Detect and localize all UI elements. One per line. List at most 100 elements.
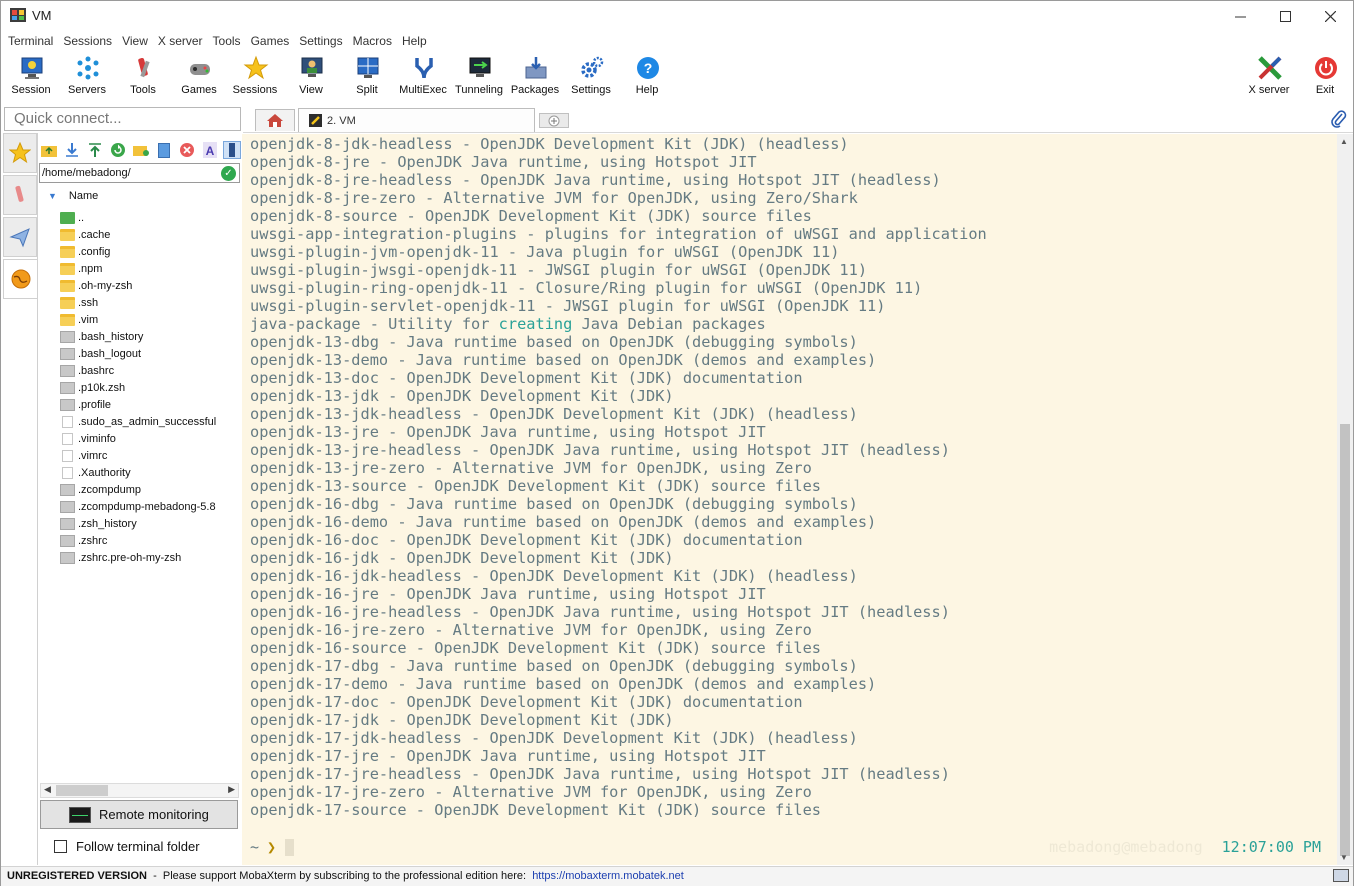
menu-tools[interactable]: Tools xyxy=(212,32,246,52)
file-row[interactable]: .viminfo xyxy=(60,430,240,447)
file-name: .zcompdump-mebadong-5.8 xyxy=(78,500,216,513)
refresh-icon[interactable] xyxy=(109,141,127,159)
file-row[interactable]: .zcompdump xyxy=(60,481,240,498)
remote-monitoring-button[interactable]: Remote monitoring xyxy=(40,800,238,829)
quick-connect-input[interactable]: Quick connect... xyxy=(4,107,241,131)
file-icon xyxy=(60,381,75,394)
menu-help[interactable]: Help xyxy=(401,32,432,52)
file-row[interactable]: .cache xyxy=(60,226,240,243)
terminal-line: uwsgi-plugin-jwsgi-openjdk-11 - JWSGI pl… xyxy=(250,261,868,279)
file-row[interactable]: .bash_history xyxy=(60,328,240,345)
file-row[interactable]: .. xyxy=(60,209,240,226)
terminal-line: openjdk-13-jre-zero - Alternative JVM fo… xyxy=(250,459,812,477)
minimize-button[interactable] xyxy=(1217,1,1263,31)
terminal-line: openjdk-13-jre - OpenJDK Java runtime, u… xyxy=(250,423,766,441)
file-row[interactable]: .sudo_as_admin_successful xyxy=(60,413,240,430)
menu-terminal[interactable]: Terminal xyxy=(7,32,58,52)
maximize-button[interactable] xyxy=(1262,1,1308,31)
file-row[interactable]: .ssh xyxy=(60,294,240,311)
menu-sessions[interactable]: Sessions xyxy=(62,32,117,52)
menu-view[interactable]: View xyxy=(121,32,153,52)
scroll-right-icon[interactable]: ▶ xyxy=(228,784,235,795)
terminal-scroll-thumb[interactable] xyxy=(1340,424,1350,856)
power-icon xyxy=(1315,57,1337,79)
file-row[interactable]: .p10k.zsh xyxy=(60,379,240,396)
new-folder-icon[interactable] xyxy=(132,141,150,159)
menu-games[interactable]: Games xyxy=(250,32,295,52)
file-row[interactable]: .npm xyxy=(60,260,240,277)
session-button[interactable]: Session xyxy=(3,53,59,101)
sftp-horizontal-scrollbar[interactable]: ◀ ▶ xyxy=(40,783,239,798)
view-button[interactable]: View xyxy=(283,53,339,101)
file-row[interactable]: .zsh_history xyxy=(60,515,240,532)
file-icon xyxy=(60,534,75,547)
multiexec-button[interactable]: MultiExec xyxy=(395,53,451,101)
scroll-left-icon[interactable]: ◀ xyxy=(44,784,51,795)
sidetab-macros[interactable] xyxy=(3,217,37,257)
terminal-line: openjdk-13-source - OpenJDK Development … xyxy=(250,477,821,495)
file-row[interactable]: .vimrc xyxy=(60,447,240,464)
file-row[interactable]: .Xauthority xyxy=(60,464,240,481)
sidetab-sessions[interactable] xyxy=(3,133,37,173)
packages-button[interactable]: Packages xyxy=(507,53,563,101)
servers-button[interactable]: Servers xyxy=(59,53,115,101)
parent-folder-icon[interactable] xyxy=(40,141,58,159)
check-icon[interactable]: ✓ xyxy=(221,166,236,181)
close-button[interactable] xyxy=(1307,1,1353,31)
attachment-icon[interactable] xyxy=(1331,110,1347,133)
upload-icon[interactable] xyxy=(86,141,104,159)
file-row[interactable]: .zshrc.pre-oh-my-zsh xyxy=(60,549,240,566)
sidetab-tools[interactable] xyxy=(3,175,37,215)
rename-icon[interactable]: A xyxy=(201,141,219,159)
tab-vm[interactable]: 2. VM xyxy=(298,108,535,132)
terminal-line: openjdk-16-doc - OpenJDK Development Kit… xyxy=(250,531,803,549)
settings-button[interactable]: Settings xyxy=(563,53,619,101)
delete-icon[interactable] xyxy=(178,141,196,159)
main-toolbar: Session Servers Tools Games Sessions Vie… xyxy=(1,53,1353,101)
terminal-scrollbar[interactable]: ▲ ▼ xyxy=(1337,134,1353,865)
name-column-header[interactable]: ▼ Name xyxy=(48,190,98,202)
new-tab-button[interactable] xyxy=(539,113,569,128)
menu-macros[interactable]: Macros xyxy=(352,32,397,52)
follow-terminal-folder-checkbox[interactable]: Follow terminal folder xyxy=(54,837,200,855)
file-name: .zsh_history xyxy=(78,517,137,530)
file-row[interactable]: .oh-my-zsh xyxy=(60,277,240,294)
split-button[interactable]: Split xyxy=(339,53,395,101)
keyboard-icon[interactable] xyxy=(1333,869,1349,882)
file-row[interactable]: .bash_logout xyxy=(60,345,240,362)
mobaxterm-link[interactable]: https://mobaxterm.mobatek.net xyxy=(532,870,684,882)
tunneling-button[interactable]: Tunneling xyxy=(451,53,507,101)
sidetab-sftp[interactable] xyxy=(3,259,37,299)
file-name: .bashrc xyxy=(78,364,115,377)
file-row[interactable]: .vim xyxy=(60,311,240,328)
sftp-path-input[interactable]: /home/mebadong/ ✓ xyxy=(39,163,240,183)
scroll-thumb[interactable] xyxy=(56,785,108,796)
menu-x-server[interactable]: X server xyxy=(157,32,208,52)
help-button[interactable]: ? Help xyxy=(619,53,675,101)
x-server-button[interactable]: X server xyxy=(1241,53,1297,101)
terminal-line: uwsgi-plugin-jvm-openjdk-11 - Java plugi… xyxy=(250,243,840,261)
file-name: .zcompdump xyxy=(78,483,141,496)
file-row[interactable]: .profile xyxy=(60,396,240,413)
download-icon[interactable] xyxy=(63,141,81,159)
right-prompt: mebadong@mebadong 12:07:00 PM xyxy=(1049,838,1321,856)
file-row[interactable]: .bashrc xyxy=(60,362,240,379)
terminal-view[interactable]: openjdk-8-jdk-headless - OpenJDK Develop… xyxy=(242,134,1337,865)
menu-settings[interactable]: Settings xyxy=(298,32,347,52)
sessions-button[interactable]: Sessions xyxy=(227,53,283,101)
window-title: VM xyxy=(32,8,52,23)
file-row[interactable]: .zcompdump-mebadong-5.8 xyxy=(60,498,240,515)
checkbox-box[interactable] xyxy=(54,839,67,853)
scroll-down-icon[interactable]: ▼ xyxy=(1340,853,1348,862)
new-file-icon[interactable] xyxy=(155,141,173,159)
terminal-line: openjdk-16-jre - OpenJDK Java runtime, u… xyxy=(250,585,766,603)
exit-button[interactable]: Exit xyxy=(1297,53,1353,101)
tab-home[interactable] xyxy=(255,109,295,131)
toggle-panel-icon[interactable] xyxy=(223,141,241,159)
file-row[interactable]: .config xyxy=(60,243,240,260)
games-button[interactable]: Games xyxy=(171,53,227,101)
scroll-up-icon[interactable]: ▲ xyxy=(1340,137,1348,146)
terminal-line: openjdk-17-dbg - Java runtime based on O… xyxy=(250,657,858,675)
tools-button[interactable]: Tools xyxy=(115,53,171,101)
file-row[interactable]: .zshrc xyxy=(60,532,240,549)
